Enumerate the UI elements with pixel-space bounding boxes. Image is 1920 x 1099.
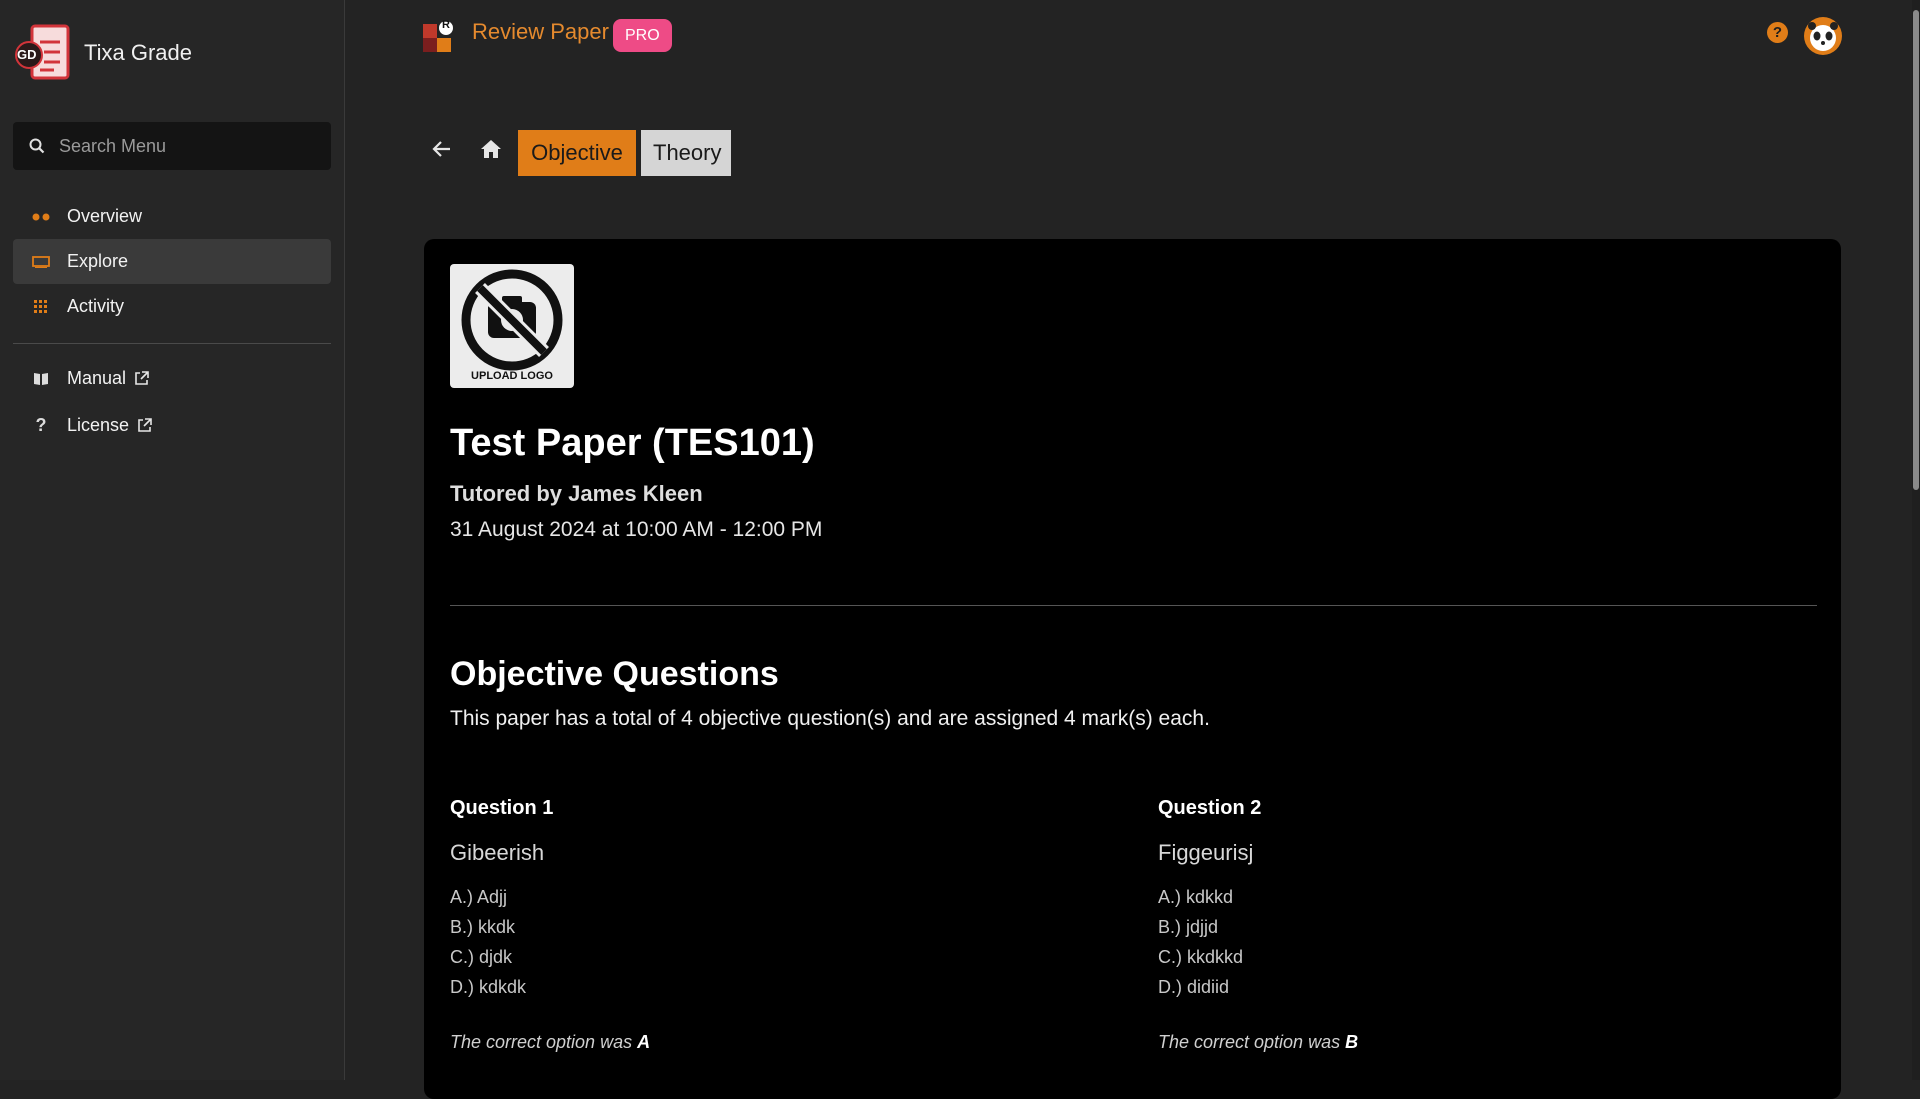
correct-answer-prefix: The correct option was (450, 1032, 633, 1052)
objective-description: This paper has a total of 4 objective qu… (450, 707, 1210, 730)
paper-tutor: Tutored by James Kleen (450, 481, 703, 506)
question-option: A.) kdkkd (1158, 887, 1234, 907)
question-option: B.) kkdk (450, 917, 516, 937)
question-label: Question 2 (1158, 797, 1262, 819)
page-title: Review Paper (472, 19, 609, 44)
help-icon[interactable]: ? (1767, 22, 1788, 43)
question-text: Gibeerish (450, 840, 545, 865)
question-option: A.) Adjj (450, 887, 508, 907)
logo-letter: R (442, 19, 450, 31)
sidebar-item-label: Activity (67, 296, 125, 316)
external-link-icon (137, 418, 152, 433)
correct-answer: The correct option was B (1158, 1032, 1818, 1053)
question-card: Question 1 Gibeerish A.) Adjj B.) kkdk C… (450, 797, 1110, 1053)
question-option: B.) jdjjd (1158, 917, 1219, 937)
search-placeholder: Search Menu (59, 135, 167, 156)
monitor-icon (31, 255, 51, 268)
objective-heading: Objective Questions (450, 655, 779, 693)
question-icon: ? (35, 415, 47, 435)
brand-logo: GD (14, 22, 72, 84)
upload-logo-button[interactable]: UPLOAD LOGO (450, 264, 574, 388)
correct-answer-letter: A (637, 1032, 651, 1052)
brand[interactable]: GD Tixa Grade (14, 22, 192, 84)
sidebar: GD Tixa Grade Search Menu Overview Explo… (0, 0, 345, 1080)
upload-logo-label: UPLOAD LOGO (471, 370, 553, 382)
sidebar-link-label: Manual (67, 368, 127, 388)
sidebar-divider (13, 343, 331, 344)
search-input[interactable]: Search Menu (13, 122, 331, 170)
sidebar-item-overview[interactable]: Overview (13, 194, 331, 239)
search-icon (29, 138, 45, 154)
sidebar-links: Manual ? License (13, 355, 331, 449)
avatar[interactable] (1804, 17, 1842, 55)
question-options: A.) kdkkd B.) jdjjd C.) kkdkkd D.) didii… (1158, 882, 1818, 1002)
pro-badge: PRO (613, 19, 672, 52)
sidebar-item-label: Explore (67, 251, 129, 271)
correct-answer: The correct option was A (450, 1032, 1110, 1053)
question-text: Figgeurisj (1158, 840, 1254, 865)
section-divider (450, 605, 1817, 606)
question-option: D.) kdkdk (450, 977, 527, 997)
paper-title: Test Paper (TES101) (450, 422, 815, 464)
question-option: C.) djdk (450, 947, 513, 967)
tab-theory[interactable]: Theory (641, 130, 731, 176)
brand-name: Tixa Grade (84, 40, 193, 65)
sidebar-link-manual[interactable]: Manual (13, 355, 331, 402)
question-card: Question 2 Figgeurisj A.) kdkkd B.) jdjj… (1158, 797, 1818, 1053)
dots-icon (31, 213, 51, 221)
correct-answer-prefix: The correct option was (1158, 1032, 1341, 1052)
correct-answer-letter: B (1345, 1032, 1359, 1052)
sidebar-nav: Overview Explore Activity (13, 194, 331, 329)
book-icon (31, 372, 51, 386)
review-paper-logo: R (423, 19, 455, 52)
question-options: A.) Adjj B.) kkdk C.) djdk D.) kdkdk (450, 882, 1110, 1002)
question-label: Question 1 (450, 797, 554, 819)
sidebar-link-license[interactable]: ? License (13, 402, 331, 449)
question-option: C.) kkdkkd (1158, 947, 1244, 967)
scrollbar-thumb[interactable] (1913, 10, 1919, 490)
sidebar-item-activity[interactable]: Activity (13, 284, 331, 329)
external-link-icon (134, 371, 149, 386)
sidebar-link-label: License (67, 415, 130, 435)
grid-icon (31, 299, 51, 314)
question-option: D.) didiid (1158, 977, 1230, 997)
tab-objective[interactable]: Objective (518, 130, 636, 176)
sidebar-item-explore[interactable]: Explore (13, 239, 331, 284)
back-arrow-icon[interactable] (432, 140, 452, 163)
brand-initials: GD (17, 47, 37, 62)
paper-card: UPLOAD LOGO Test Paper (TES101) Tutored … (424, 239, 1841, 1099)
sidebar-item-label: Overview (67, 206, 143, 226)
home-icon[interactable] (480, 139, 502, 164)
paper-datetime: 31 August 2024 at 10:00 AM - 12:00 PM (450, 518, 823, 541)
